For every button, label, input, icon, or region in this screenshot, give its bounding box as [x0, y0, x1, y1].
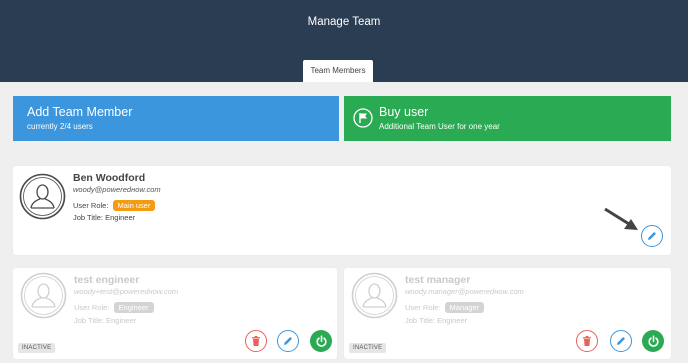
buy-user-subtitle: Additional Team User for one year	[379, 122, 500, 131]
job-title-label: Job Title:	[405, 316, 436, 325]
activate-member-button[interactable]	[310, 330, 332, 352]
buy-user-title: Buy user	[379, 105, 429, 119]
job-title-value: Engineer	[106, 316, 137, 325]
member-role-line: User Role: Main user	[73, 200, 156, 211]
add-team-member-title: Add Team Member	[27, 105, 133, 119]
buy-user-button[interactable]: Buy user Additional Team User for one ye…	[344, 96, 671, 141]
pencil-icon	[284, 337, 292, 345]
member-job-line: Job Title: Engineer	[405, 316, 467, 325]
member-name: test engineer	[74, 274, 140, 286]
role-label: User Role:	[73, 201, 109, 210]
status-badge: INACTIVE	[18, 343, 56, 353]
job-title-label: Job Title:	[74, 316, 105, 325]
member-job-line: Job Title: Engineer	[74, 316, 136, 325]
trash-icon	[252, 336, 260, 346]
member-role-line: User Role: Manager	[405, 302, 485, 313]
power-icon	[315, 334, 327, 347]
role-badge: Engineer	[113, 302, 154, 313]
role-label: User Role:	[405, 303, 441, 312]
tab-team-members[interactable]: Team Members	[303, 60, 373, 82]
add-team-member-subtitle: currently 2/4 users	[27, 122, 93, 131]
member-card-ben-woodford: Ben Woodford woody@poweredнow.com User R…	[13, 166, 671, 255]
member-role-line: User Role: Engineer	[74, 302, 154, 313]
power-icon	[647, 334, 659, 347]
trash-icon	[583, 336, 591, 346]
edit-member-button[interactable]	[277, 330, 299, 352]
member-email: woody.manager@poweredнow.com	[405, 287, 524, 296]
status-badge: INACTIVE	[349, 343, 387, 353]
role-label: User Role:	[74, 303, 110, 312]
activate-member-button[interactable]	[642, 330, 664, 352]
top-header: Manage Team Team Members	[0, 0, 688, 82]
edit-member-button[interactable]	[610, 330, 632, 352]
pencil-icon	[617, 337, 625, 345]
avatar-icon	[19, 173, 66, 220]
job-title-label: Job Title:	[73, 213, 104, 222]
role-badge: Manager	[444, 302, 485, 313]
member-card-test-manager: test manager woody.manager@poweredнow.co…	[344, 268, 671, 359]
member-job-line: Job Title: Engineer	[73, 213, 135, 222]
flag-icon	[353, 108, 373, 128]
member-card-test-engineer: test engineer woody+test@poweredнow.com …	[13, 268, 337, 359]
delete-member-button[interactable]	[245, 330, 267, 352]
member-email: woody@poweredнow.com	[73, 185, 161, 194]
pencil-icon	[648, 232, 656, 240]
member-name: test manager	[405, 274, 471, 286]
page-title: Manage Team	[307, 16, 381, 28]
arrow-pointer-icon	[604, 207, 638, 230]
job-title-value: Engineer	[105, 213, 136, 222]
avatar-icon	[20, 272, 67, 319]
member-name: Ben Woodford	[73, 172, 146, 184]
member-email: woody+test@poweredнow.com	[74, 287, 179, 296]
avatar-icon	[351, 272, 398, 319]
delete-member-button[interactable]	[576, 330, 598, 352]
role-badge: Main user	[112, 200, 156, 211]
job-title-value: Engineer	[437, 316, 468, 325]
edit-member-button[interactable]	[641, 225, 663, 247]
add-team-member-button[interactable]: Add Team Member currently 2/4 users	[13, 96, 339, 141]
